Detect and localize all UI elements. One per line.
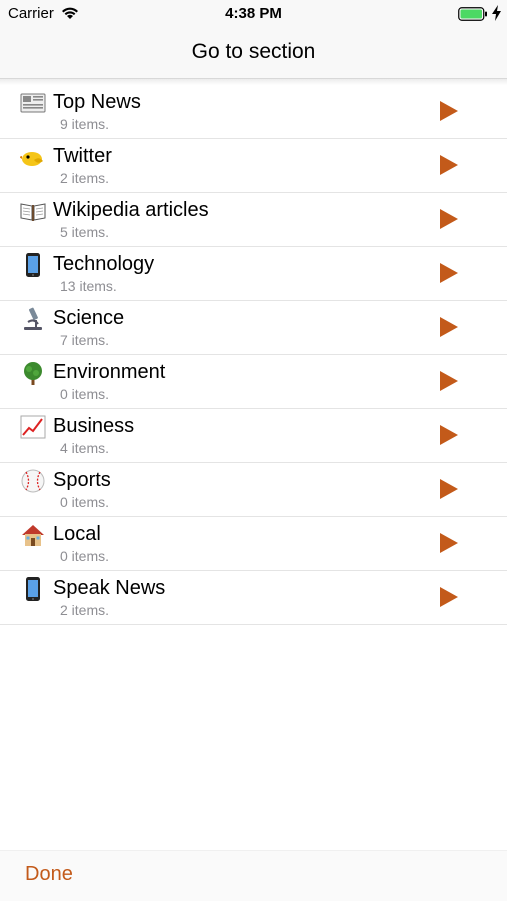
battery-icon (458, 7, 487, 21)
play-arrow-icon[interactable] (440, 263, 458, 283)
section-item-count: 0 items. (60, 386, 110, 402)
section-item-count: 13 items. (60, 278, 117, 294)
play-arrow-icon[interactable] (440, 317, 458, 337)
status-bar: Carrier 4:38 PM (0, 0, 507, 28)
section-title: Wikipedia articles (53, 199, 209, 221)
section-row-twitter[interactable]: Twitter 2 items. (0, 139, 507, 193)
status-time: 4:38 PM (225, 5, 282, 22)
section-title: Twitter (53, 145, 112, 167)
section-item-count: 9 items. (60, 116, 110, 132)
section-item-count: 2 items. (60, 170, 110, 186)
section-list: Top News 9 items. Twitter 2 items. Wikip… (0, 85, 507, 625)
section-title: Sports (53, 469, 111, 491)
section-row-speak-news[interactable]: Speak News 2 items. (0, 571, 507, 625)
done-button[interactable]: Done (25, 863, 73, 886)
page-title: Go to section (191, 40, 316, 63)
section-row-science[interactable]: Science 7 items. (0, 301, 507, 355)
microscope-icon (24, 307, 42, 330)
section-title: Technology (53, 253, 155, 275)
section-title: Science (53, 307, 125, 329)
section-item-count: 5 items. (60, 224, 110, 240)
play-arrow-icon[interactable] (440, 425, 458, 445)
tree-icon (24, 362, 42, 385)
section-row-environment[interactable]: Environment 0 items. (0, 355, 507, 409)
section-title: Business (53, 415, 135, 437)
section-row-technology[interactable]: Technology 13 items. (0, 247, 507, 301)
play-arrow-icon[interactable] (440, 209, 458, 229)
play-arrow-icon[interactable] (440, 371, 458, 391)
play-arrow-icon[interactable] (440, 533, 458, 553)
play-arrow-icon[interactable] (440, 101, 458, 121)
section-item-count: 4 items. (60, 440, 110, 456)
section-item-count: 0 items. (60, 548, 110, 564)
section-item-count: 2 items. (60, 602, 110, 618)
bird-icon (20, 152, 43, 166)
section-row-business[interactable]: Business 4 items. (0, 409, 507, 463)
section-row-sports[interactable]: Sports 0 items. (0, 463, 507, 517)
section-title: Local (53, 523, 101, 545)
section-row-wikipedia-articles[interactable]: Wikipedia articles 5 items. (0, 193, 507, 247)
newspaper-icon (20, 93, 46, 113)
bottom-toolbar: Done (0, 850, 507, 901)
section-row-local[interactable]: Local 0 items. (0, 517, 507, 571)
play-arrow-icon[interactable] (440, 479, 458, 499)
smartphone-icon (26, 253, 40, 277)
section-title: Speak News (53, 577, 166, 599)
section-item-count: 0 items. (60, 494, 110, 510)
section-title: Environment (53, 361, 166, 383)
section-item-count: 7 items. (60, 332, 110, 348)
section-row-top-news[interactable]: Top News 9 items. (0, 85, 507, 139)
play-arrow-icon[interactable] (440, 155, 458, 175)
navigation-bar: Go to section (0, 28, 507, 79)
smartphone-icon (26, 577, 40, 601)
charging-bolt-icon (492, 5, 501, 21)
house-icon (22, 525, 44, 546)
play-arrow-icon[interactable] (440, 587, 458, 607)
section-title: Top News (53, 91, 141, 113)
chart-increasing-icon (20, 415, 46, 439)
open-book-icon (20, 203, 46, 221)
baseball-icon (21, 469, 45, 493)
